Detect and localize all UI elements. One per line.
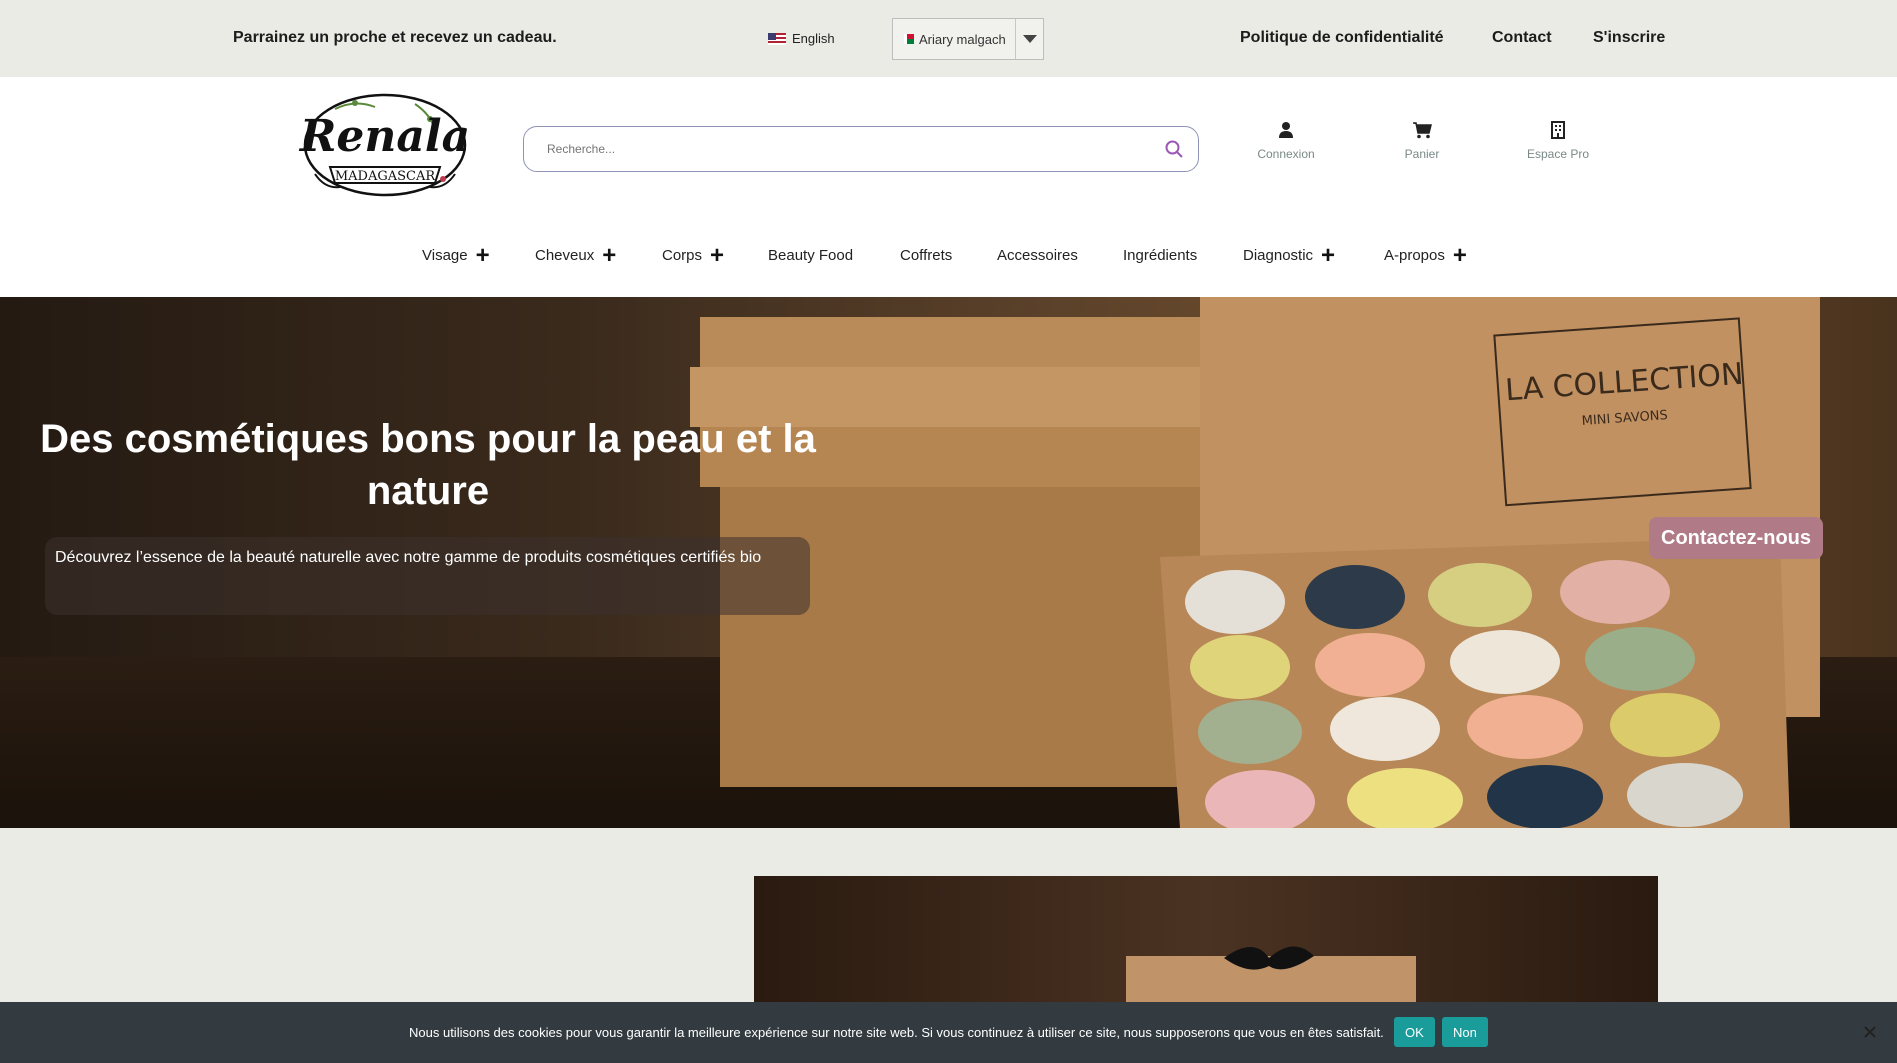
language-switcher[interactable]: English (768, 31, 835, 46)
cart-icon (1413, 122, 1432, 139)
nav-label: Diagnostic (1243, 247, 1314, 264)
top-bar: Parrainez un proche et recevez un cadeau… (0, 0, 1897, 77)
cookie-decline-button[interactable]: Non (1442, 1017, 1488, 1047)
plus-icon[interactable]: + (602, 243, 616, 267)
hero-subtitle: Découvrez l’essence de la beauté naturel… (55, 549, 762, 566)
privacy-policy-link[interactable]: Politique de confidentialité (1240, 29, 1444, 47)
nav-label: Beauty Food (768, 247, 854, 264)
pro-space[interactable]: Espace Pro (1503, 121, 1613, 161)
nav-item-corps[interactable]: Corps + (662, 243, 724, 267)
svg-text:Renala: Renala (298, 111, 470, 162)
nav-label: Visage (422, 247, 468, 264)
main-nav: Visage + Cheveux + Corps + Beauty Food Coff… (0, 243, 1897, 277)
plus-icon[interactable]: + (1453, 243, 1467, 267)
cookie-banner: Nous utilisons des cookies pour vous gar… (0, 1002, 1897, 1063)
account-login[interactable]: Connexion (1231, 121, 1341, 161)
us-flag-icon (768, 32, 786, 45)
cookie-accept-button[interactable]: OK (1394, 1017, 1435, 1047)
building-icon (1551, 121, 1565, 139)
close-icon[interactable] (1862, 1024, 1878, 1040)
hero-subtitle-box: Découvrez l’essence de la beauté naturel… (45, 537, 810, 615)
currency-select[interactable]: Ariary malgach (892, 18, 1044, 60)
plus-icon[interactable]: + (476, 243, 490, 267)
hero-title: Des cosmétiques bons pour la peau et la … (40, 417, 816, 513)
nav-item-visage[interactable]: Visage + (422, 243, 490, 267)
search-icon[interactable] (1164, 139, 1184, 159)
nav-label: Corps (662, 247, 703, 264)
user-icon (1279, 122, 1293, 138)
nav-item-cheveux[interactable]: Cheveux + (535, 243, 616, 267)
cookie-message: Nous utilisons des cookies pour vous gar… (409, 1025, 1384, 1040)
currency-label: Ariary malgach (919, 31, 1006, 47)
nav-item-ingredients[interactable]: Ingrédients (1123, 247, 1197, 264)
svg-text:MADAGASCAR: MADAGASCAR (335, 169, 437, 184)
nav-item-diagnostic[interactable]: Diagnostic + (1243, 243, 1335, 267)
nav-label: Ingrédients (1123, 247, 1198, 264)
contact-us-button[interactable]: Contactez-nous (1649, 517, 1823, 559)
nav-item-coffrets[interactable]: Coffrets (900, 247, 952, 264)
cart[interactable]: Panier (1367, 121, 1477, 161)
madagascar-flag-icon (904, 34, 914, 44)
nav-label: Accessoires (997, 247, 1078, 264)
plus-icon[interactable]: + (1321, 243, 1335, 267)
nav-label: Coffrets (900, 247, 953, 264)
renala-logo[interactable]: Renala MADAGASCAR (295, 89, 475, 201)
login-label: Connexion (1257, 147, 1315, 161)
language-label: English (792, 31, 835, 46)
contact-link[interactable]: Contact (1492, 29, 1552, 47)
nav-label: Cheveux (535, 247, 595, 264)
pro-label: Espace Pro (1526, 147, 1590, 161)
nav-item-accessoires[interactable]: Accessoires (997, 247, 1078, 264)
search-input[interactable] (547, 139, 1127, 159)
cart-label: Panier (1404, 147, 1440, 161)
site-header: Renala MADAGASCAR Connexion Panier (0, 77, 1897, 297)
search-bar[interactable] (523, 126, 1199, 172)
hero-banner: LA COLLECTION MINI SAVONS Des cosmétique… (0, 297, 1897, 828)
chevron-down-icon[interactable] (1015, 19, 1043, 59)
referral-promo-text[interactable]: Parrainez un proche et recevez un cadeau… (233, 29, 557, 47)
nav-label: A-propos (1384, 247, 1445, 264)
signup-link[interactable]: S'inscrire (1593, 29, 1665, 47)
plus-icon[interactable]: + (710, 243, 724, 267)
nav-item-beauty-food[interactable]: Beauty Food (768, 247, 853, 264)
nav-item-a-propos[interactable]: A-propos + (1384, 243, 1467, 267)
